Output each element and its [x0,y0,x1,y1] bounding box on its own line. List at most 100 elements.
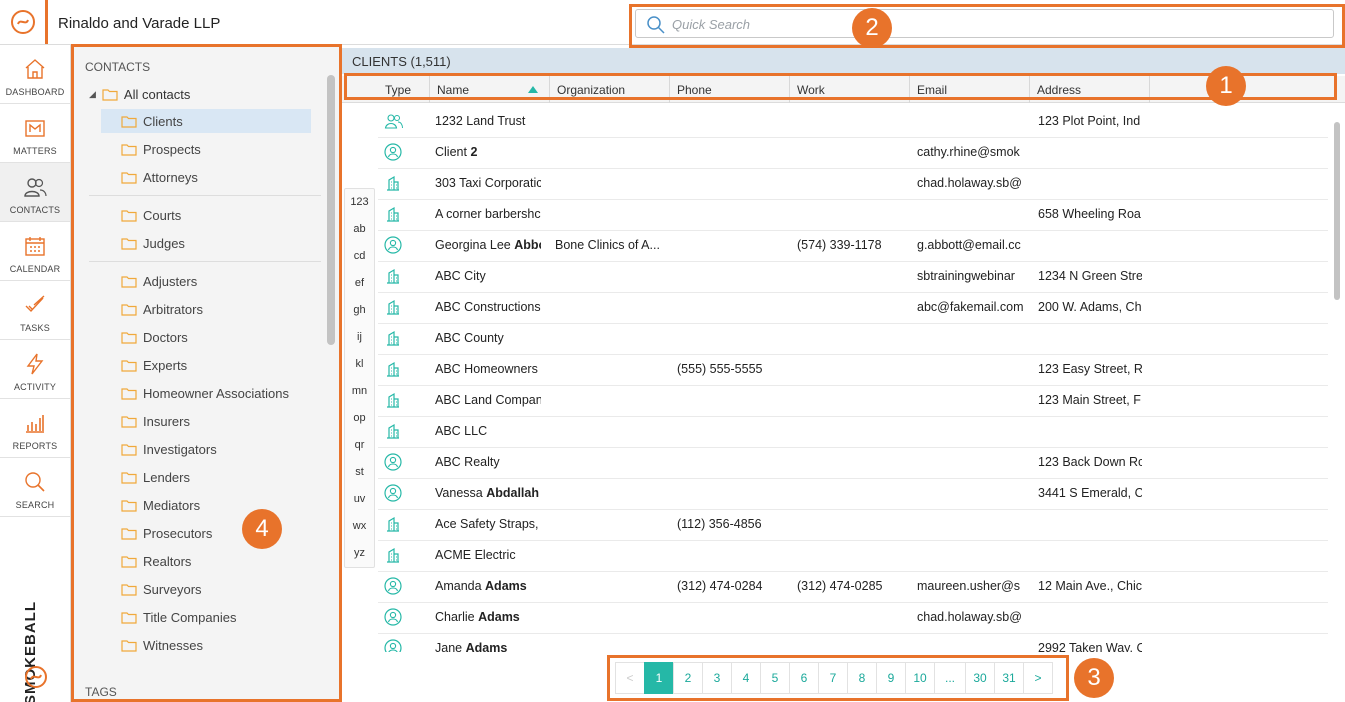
collapse-triangle-icon[interactable]: ◢ [89,89,96,100]
cell-email: maureen.usher@s [917,579,1021,593]
page-button[interactable]: 10 [905,662,935,694]
table-row[interactable]: Amanda Adams (312) 474-0284 (312) 474-0285… [378,572,1328,603]
table-row[interactable]: ABC Land Compan 123 Main Street, F [378,386,1328,417]
callout-badge-4: 4 [242,509,282,549]
alpha-index-item[interactable]: wx [345,513,374,540]
folder-item[interactable]: Courts [101,203,311,227]
folder-item[interactable]: Witnesses [101,633,311,657]
quick-search-input[interactable]: Quick Search [635,9,1334,38]
folder-item[interactable]: Experts [101,353,311,377]
folder-item[interactable]: Judges [101,231,311,255]
folder-item[interactable]: Homeowner Associations [101,381,311,405]
folder-item[interactable]: Investigators [101,437,311,461]
name-text: Jane [435,641,466,652]
cell-address: 123 Back Down Rc [1038,455,1142,469]
folder-label: Lenders [143,469,190,485]
table-row[interactable]: ABC Realty 123 Back Down Rc [378,448,1328,479]
organization-contact-icon [384,267,402,288]
alpha-index-item[interactable]: st [345,459,374,486]
folder-item[interactable]: Lenders [101,465,311,489]
page-button[interactable]: 2 [673,662,703,694]
table-row[interactable]: ACME Electric [378,541,1328,572]
table-row[interactable]: ABC LLC [378,417,1328,448]
table-row[interactable]: ABC County [378,324,1328,355]
table-row[interactable]: Charlie Adams chad.holaway.sb@ [378,603,1328,634]
page-button[interactable]: 3 [702,662,732,694]
folder-item[interactable]: Insurers [101,409,311,433]
folder-item[interactable]: Doctors [101,325,311,349]
page-button[interactable]: 6 [789,662,819,694]
folder-item[interactable]: Title Companies [101,605,311,629]
nav-reports[interactable]: REPORTS [0,399,70,458]
page-button[interactable]: 7 [818,662,848,694]
tree-all-contacts[interactable]: ◢ All contacts [89,87,190,102]
alpha-index-item[interactable]: kl [345,351,374,378]
page-button[interactable]: 9 [876,662,906,694]
tree-scrollbar[interactable] [327,75,335,345]
page-button[interactable]: 8 [847,662,877,694]
folder-item[interactable]: Realtors [101,549,311,573]
column-header-organization[interactable]: Organization [550,76,670,103]
page-button[interactable]: 4 [731,662,761,694]
alpha-index-item[interactable]: ef [345,270,374,297]
page-button[interactable]: 1 [644,662,674,694]
alpha-index-item[interactable]: uv [345,486,374,513]
column-header-address[interactable]: Address [1030,76,1150,103]
nav-dashboard[interactable]: DASHBOARD [0,45,70,104]
page-button[interactable]: 30 [965,662,995,694]
prev-page-button[interactable]: < [615,662,645,694]
alpha-index-item[interactable]: cd [345,243,374,270]
alpha-index-item[interactable]: yz [345,540,374,567]
contacts-folder-tree: CONTACTS ◢ All contacts Clients Prospects… [73,45,340,702]
nav-label: REPORTS [12,441,58,451]
column-header-phone[interactable]: Phone [670,76,790,103]
table-row[interactable]: Vanessa Abdallah . 3441 S Emerald, C [378,479,1328,510]
alpha-index-item[interactable]: op [345,405,374,432]
column-header-work[interactable]: Work [790,76,910,103]
table-row[interactable]: A corner barbershc 658 Wheeling Roa [378,200,1328,231]
alpha-index-item[interactable]: gh [345,297,374,324]
column-header-email[interactable]: Email [910,76,1030,103]
folder-label: Arbitrators [143,301,203,317]
folder-item[interactable]: Clients [101,109,311,133]
table-row[interactable]: Georgina Lee Abbo Bone Clinics of A... (57… [378,231,1328,262]
next-page-button[interactable]: > [1023,662,1053,694]
nav-label: CALENDAR [9,264,61,274]
app-logo[interactable] [0,0,48,44]
person-contact-icon [384,639,402,652]
table-row[interactable]: 1232 Land Trust 123 Plot Point, Ind [378,107,1328,138]
page-button[interactable]: ... [934,662,966,694]
table-row[interactable]: ABC Homeowners . (555) 555-5555 123 Easy S… [378,355,1328,386]
page-button[interactable]: 31 [994,662,1024,694]
folder-item[interactable]: Attorneys [101,165,311,189]
name-bold: Adams [478,610,520,624]
page-button[interactable]: 5 [760,662,790,694]
nav-tasks[interactable]: TASKS [0,281,70,340]
table-row[interactable]: Jane Adams 2992 Taken Way, C [378,634,1328,652]
nav-calendar[interactable]: CALENDAR [0,222,70,281]
column-headers: Type Name Organization Phone Work Email … [342,76,1345,103]
column-header-type[interactable]: Type [378,76,430,103]
nav-search[interactable]: SEARCH [0,458,70,517]
table-row[interactable]: ABC City sbtrainingwebinar 1234 N Green St… [378,262,1328,293]
folder-item[interactable]: Surveyors [101,577,311,601]
folder-item[interactable]: Mediators [101,493,311,517]
table-row[interactable]: ABC Constructions abc@fakemail.com 200 W. … [378,293,1328,324]
alpha-index-item[interactable]: qr [345,432,374,459]
folder-label: Homeowner Associations [143,385,289,401]
nav-activity[interactable]: ACTIVITY [0,340,70,399]
table-row[interactable]: Client 2 cathy.rhine@smok [378,138,1328,169]
alpha-index-item[interactable]: ij [345,324,374,351]
table-row[interactable]: 303 Taxi Corporatic chad.holaway.sb@ [378,169,1328,200]
alpha-index-item[interactable]: mn [345,378,374,405]
folder-item[interactable]: Adjusters [101,269,311,293]
table-row[interactable]: Ace Safety Straps, I (112) 356-4856 [378,510,1328,541]
alpha-index-item[interactable]: ab [345,216,374,243]
nav-contacts[interactable]: CONTACTS [0,163,70,222]
folder-item[interactable]: Prospects [101,137,311,161]
nav-matters[interactable]: MATTERS [0,104,70,163]
scrollbar-thumb[interactable] [1334,122,1340,300]
list-scrollbar[interactable] [1331,107,1343,652]
alpha-index-item[interactable]: 123 [345,189,374,216]
folder-item[interactable]: Arbitrators [101,297,311,321]
